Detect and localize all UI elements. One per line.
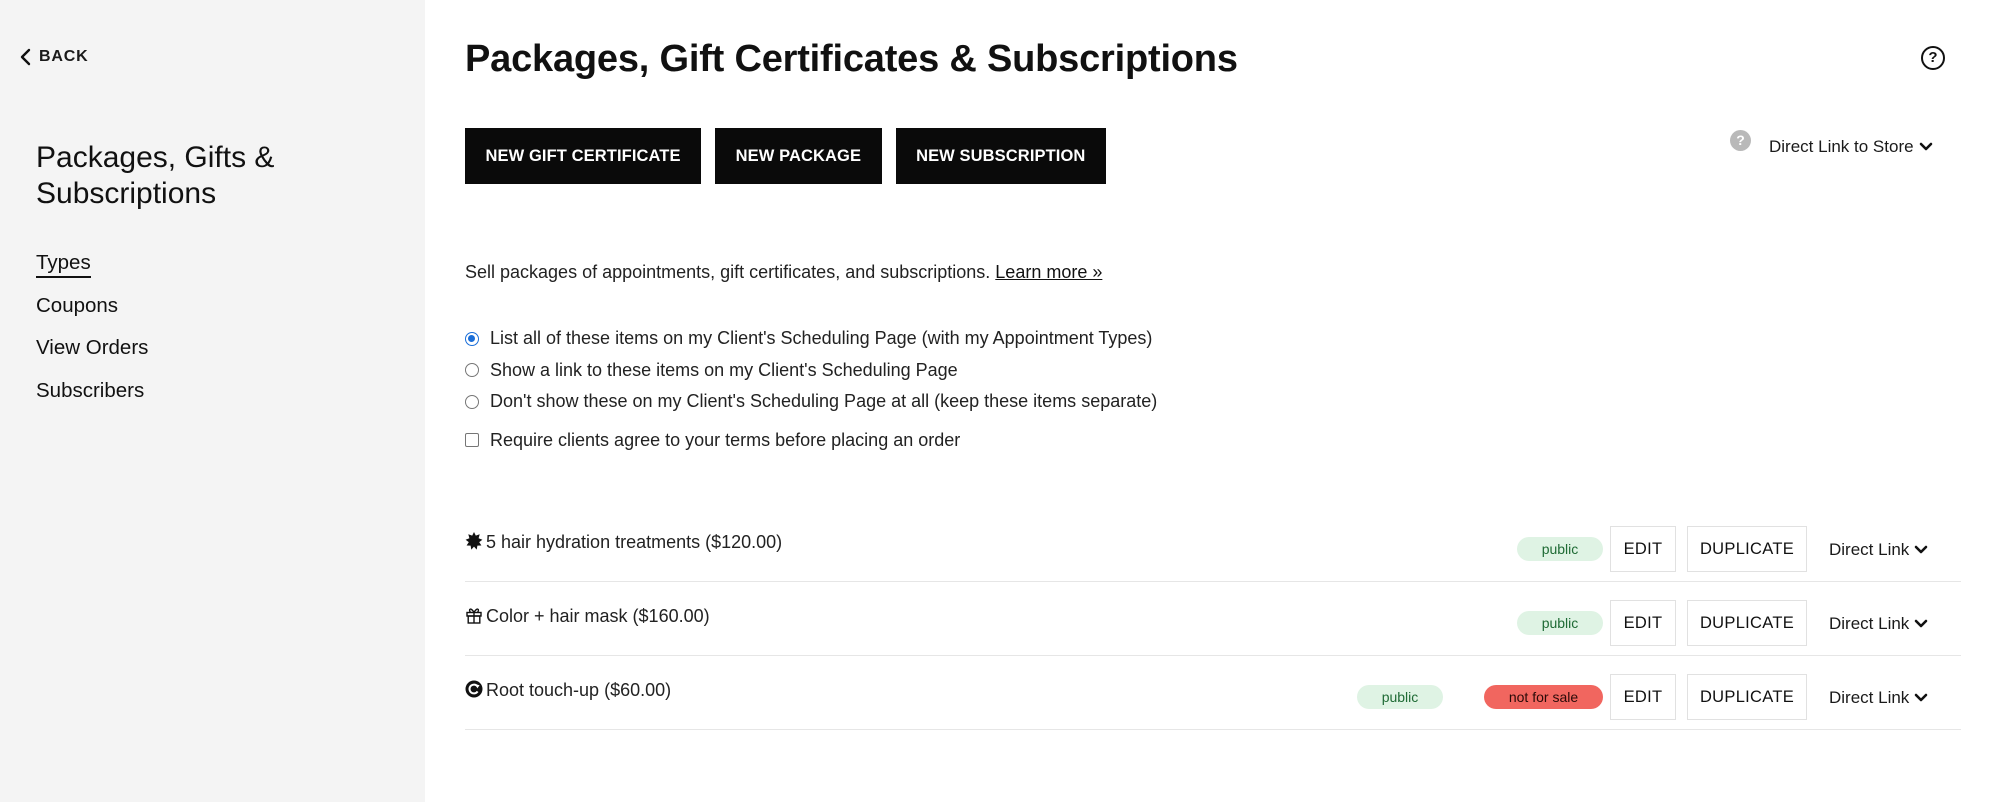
- new-package-button[interactable]: NEW PACKAGE: [715, 128, 882, 184]
- sidebar-item-label: Subscribers: [36, 378, 145, 402]
- package-icon: [465, 532, 483, 550]
- radio-list-all[interactable]: [465, 331, 479, 346]
- list-item: 5 hair hydration treatments ($120.00) pu…: [465, 508, 1961, 582]
- public-badge: public: [1517, 611, 1603, 635]
- back-label: BACK: [39, 48, 89, 65]
- edit-button[interactable]: EDIT: [1610, 526, 1676, 572]
- direct-link-label: Direct Link: [1829, 614, 1910, 633]
- sidebar-item-label: View Orders: [36, 336, 149, 359]
- not-for-sale-badge: not for sale: [1484, 685, 1603, 709]
- store-link-label: Direct Link to Store: [1769, 137, 1914, 156]
- sidebar-nav: Types Coupons View Orders Subscribers: [36, 248, 148, 418]
- terms-checkbox[interactable]: [465, 433, 479, 447]
- chevron-down-icon: [1915, 619, 1928, 628]
- duplicate-button[interactable]: DUPLICATE: [1687, 526, 1807, 572]
- sidebar: BACK Packages, Gifts & Subscriptions Typ…: [0, 0, 425, 802]
- sidebar-item-label: Coupons: [36, 293, 119, 317]
- display-options: List all of these items on my Client's S…: [465, 323, 1157, 451]
- sidebar-title: Packages, Gifts & Subscriptions: [36, 141, 275, 210]
- direct-link-label: Direct Link: [1829, 540, 1910, 559]
- new-subscription-button[interactable]: NEW SUBSCRIPTION: [895, 128, 1106, 184]
- chevron-down-icon: [1915, 545, 1928, 554]
- description: Sell packages of appointments, gift cert…: [465, 262, 1102, 283]
- learn-more-link[interactable]: Learn more »: [995, 262, 1102, 282]
- edit-button[interactable]: EDIT: [1610, 600, 1676, 646]
- chevron-down-icon: [1919, 142, 1932, 151]
- option-show-link[interactable]: Show a link to these items on my Client'…: [465, 355, 1157, 387]
- item-name: 5 hair hydration treatments ($120.00): [486, 532, 783, 552]
- duplicate-button[interactable]: DUPLICATE: [1687, 600, 1807, 646]
- public-badge: public: [1357, 685, 1443, 709]
- sidebar-item-label: Types: [36, 251, 91, 278]
- subscription-icon: [465, 680, 483, 698]
- description-text: Sell packages of appointments, gift cert…: [465, 262, 991, 282]
- public-badge: public: [1517, 537, 1603, 561]
- option-label: Show a link to these items on my Client'…: [490, 359, 958, 380]
- direct-link-dropdown[interactable]: Direct Link: [1829, 540, 1928, 560]
- item-name: Root touch-up ($60.00): [486, 680, 672, 700]
- new-gift-certificate-button[interactable]: NEW GIFT CERTIFICATE: [465, 128, 702, 184]
- back-button[interactable]: BACK: [19, 48, 88, 66]
- items-list: 5 hair hydration treatments ($120.00) pu…: [465, 508, 1961, 730]
- item-name: Color + hair mask ($160.00): [486, 606, 710, 626]
- sidebar-item-types[interactable]: Types: [36, 248, 148, 291]
- option-list-all[interactable]: List all of these items on my Client's S…: [465, 323, 1157, 355]
- chevron-down-icon: [1915, 693, 1928, 702]
- option-label: List all of these items on my Client's S…: [490, 328, 1153, 349]
- action-buttons: NEW GIFT CERTIFICATE NEW PACKAGE NEW SUB…: [465, 128, 1106, 184]
- sidebar-item-subscribers[interactable]: Subscribers: [36, 376, 148, 419]
- option-label: Don't show these on my Client's Scheduli…: [490, 391, 1158, 412]
- radio-show-link[interactable]: [465, 363, 479, 378]
- terms-option[interactable]: Require clients agree to your terms befo…: [465, 430, 1157, 451]
- main-content: Packages, Gift Certificates & Subscripti…: [425, 0, 1999, 802]
- chevron-left-icon: [20, 48, 31, 66]
- help-icon[interactable]: ?: [1921, 46, 1945, 70]
- gift-icon: [465, 606, 483, 624]
- sidebar-item-coupons[interactable]: Coupons: [36, 291, 148, 334]
- edit-button[interactable]: EDIT: [1610, 674, 1676, 720]
- list-item: Color + hair mask ($160.00) public EDIT …: [465, 582, 1961, 656]
- radio-dont-show[interactable]: [465, 394, 479, 409]
- list-item: Root touch-up ($60.00) public not for sa…: [465, 656, 1961, 730]
- terms-label: Require clients agree to your terms befo…: [490, 429, 961, 450]
- direct-link-dropdown[interactable]: Direct Link: [1829, 614, 1928, 634]
- direct-link-label: Direct Link: [1829, 688, 1910, 707]
- option-dont-show[interactable]: Don't show these on my Client's Scheduli…: [465, 386, 1157, 418]
- sidebar-item-view-orders[interactable]: View Orders: [36, 333, 148, 376]
- duplicate-button[interactable]: DUPLICATE: [1687, 674, 1807, 720]
- direct-link-dropdown[interactable]: Direct Link: [1829, 688, 1928, 708]
- store-help-icon[interactable]: ?: [1730, 130, 1751, 151]
- direct-link-to-store-dropdown[interactable]: Direct Link to Store: [1769, 137, 1933, 157]
- page-title: Packages, Gift Certificates & Subscripti…: [465, 38, 1238, 80]
